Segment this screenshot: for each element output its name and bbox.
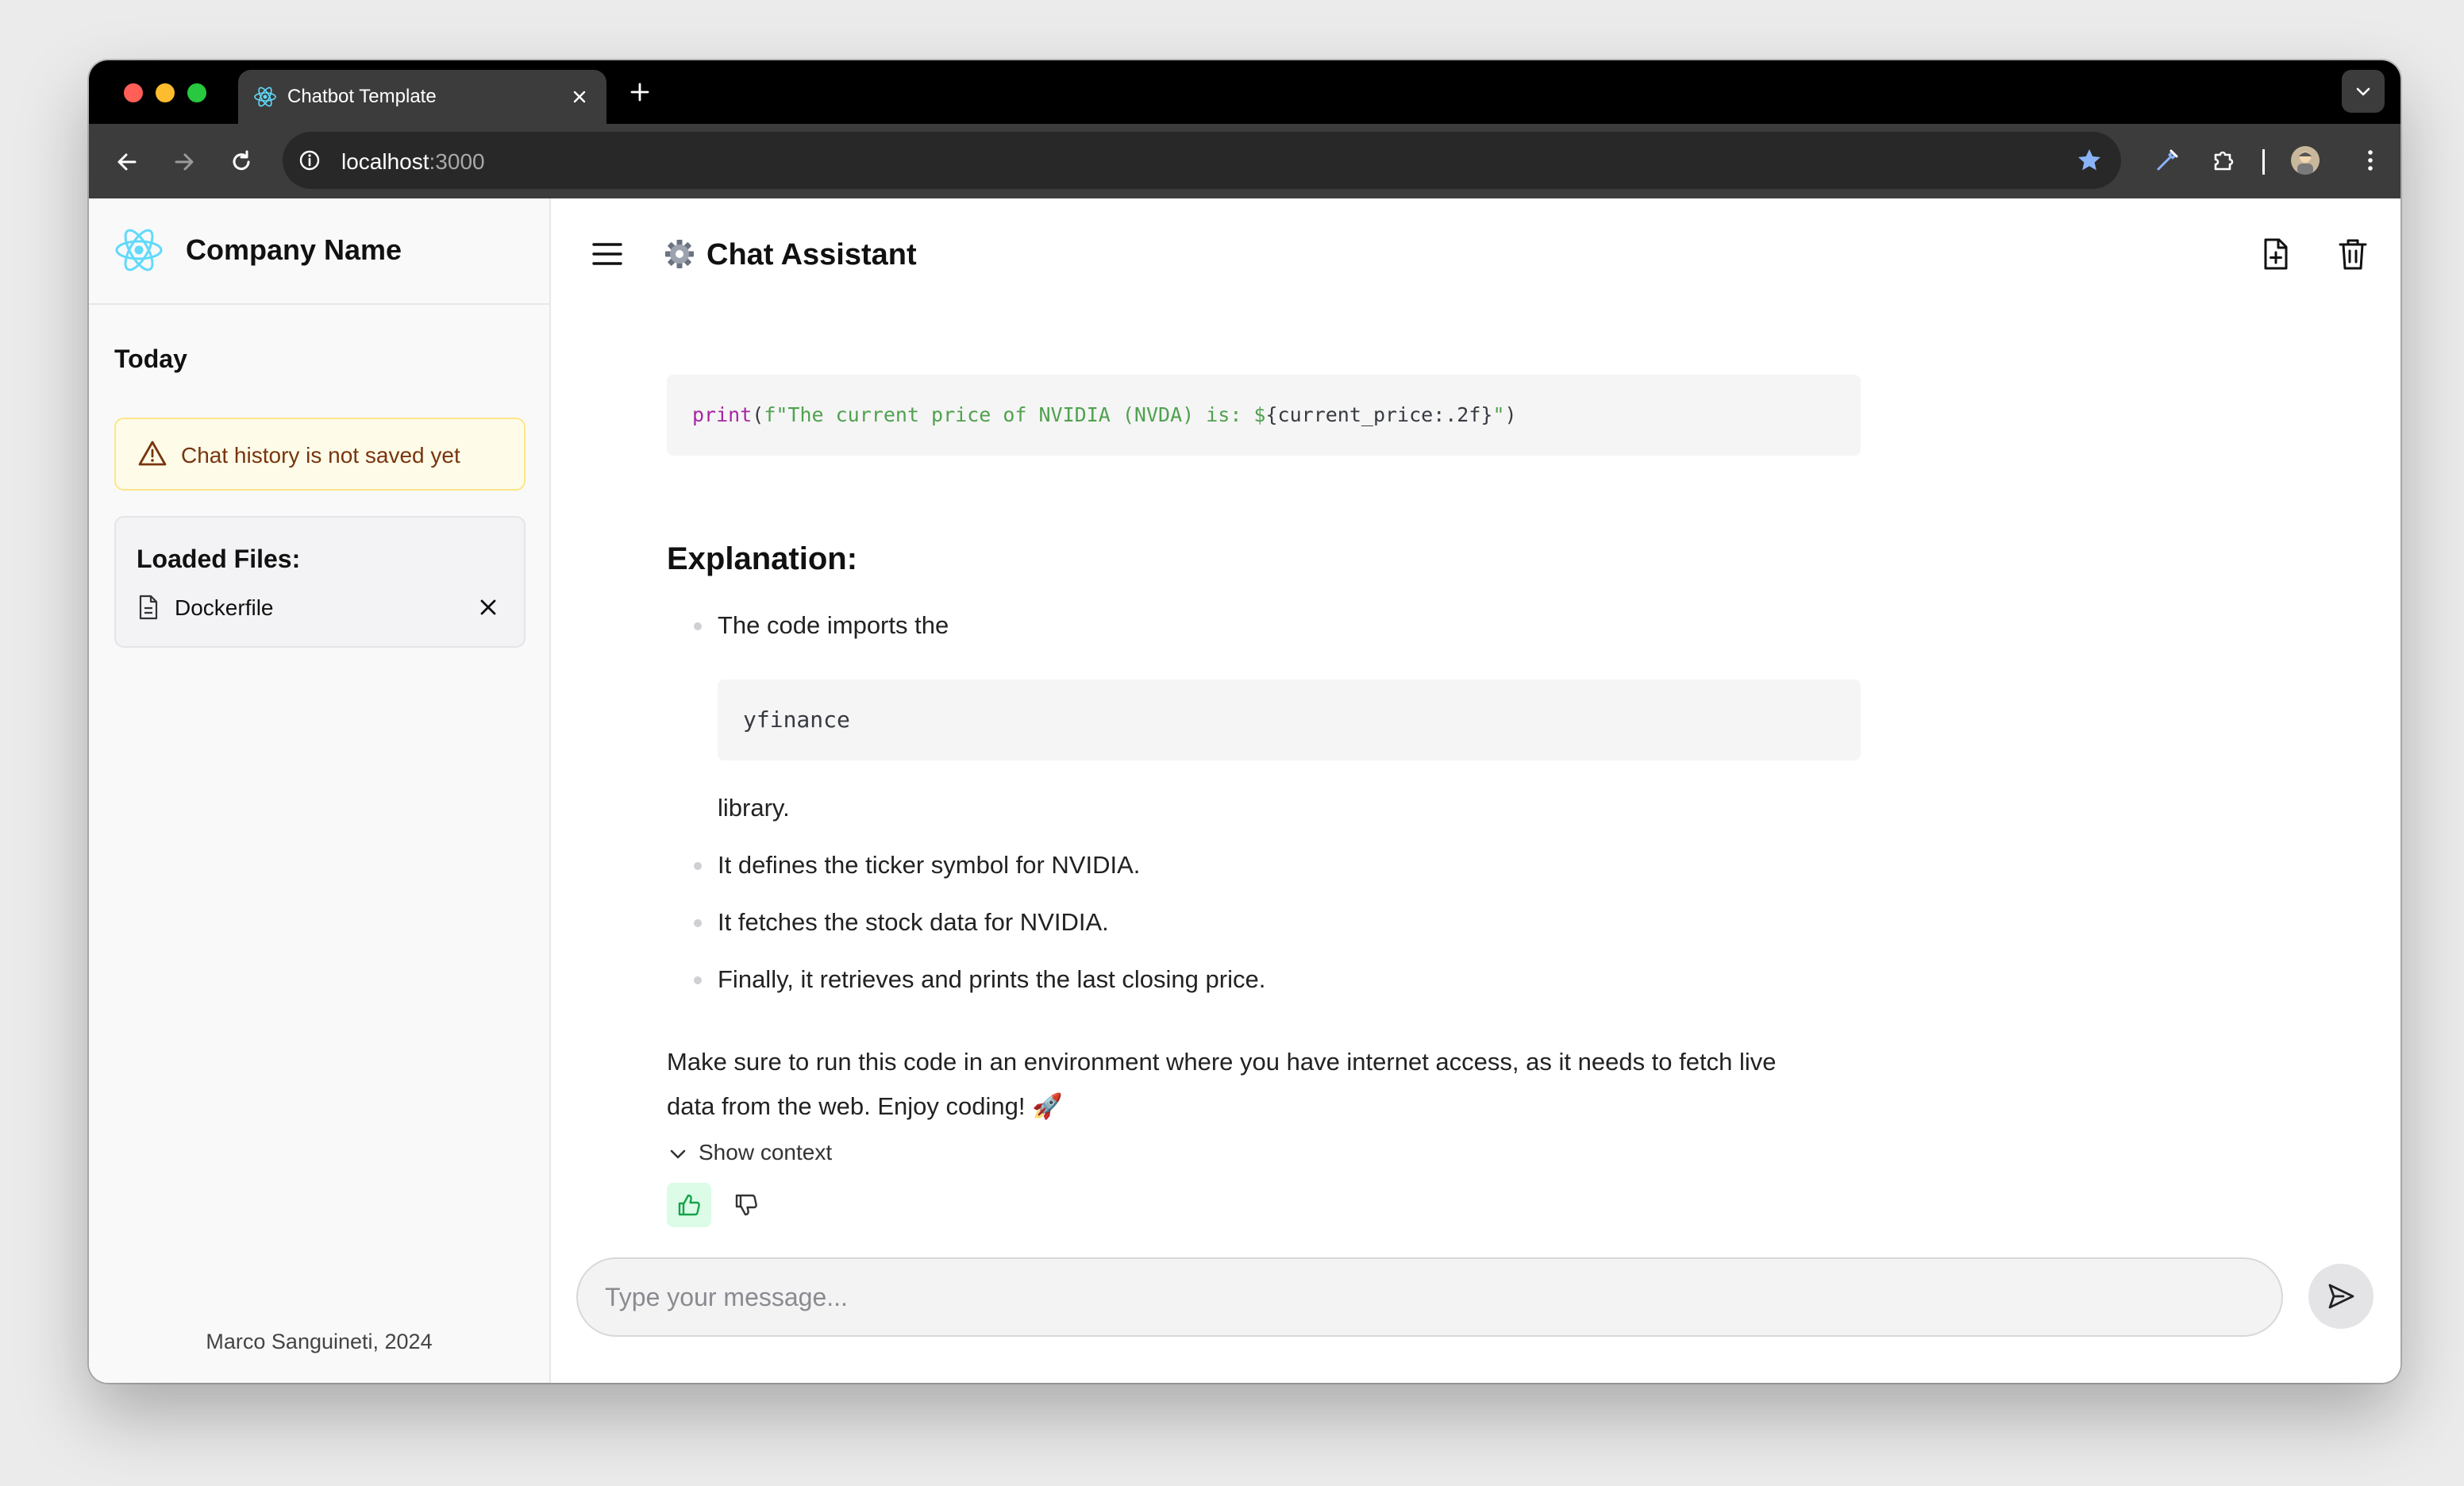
history-section-title: Today xyxy=(114,345,187,373)
sidebar-header: Company Name xyxy=(89,198,549,305)
bullet-dot xyxy=(694,976,702,984)
page-title: Chat Assistant xyxy=(706,238,917,271)
file-icon xyxy=(139,595,158,620)
browser-window: Chatbot Template localhost:3000 Company … xyxy=(89,60,2400,1383)
code-token-string: f"The current price of NVIDIA (NVDA) is:… xyxy=(764,403,1266,426)
bullet-dot xyxy=(694,862,702,870)
eyedropper-icon[interactable] xyxy=(2151,144,2183,176)
chevron-down-icon xyxy=(670,1149,686,1159)
sidebar: Company Name Today Chat history is not s… xyxy=(89,198,551,1383)
warning-triangle-icon xyxy=(138,441,167,466)
info-icon[interactable] xyxy=(297,148,322,173)
warning-text: Chat history is not saved yet xyxy=(181,443,460,468)
code-line: yfinance xyxy=(743,706,850,733)
close-icon[interactable] xyxy=(476,595,500,619)
profile-avatar[interactable] xyxy=(2291,146,2320,175)
send-button[interactable] xyxy=(2308,1264,2374,1329)
code-block: print(f"The current price of NVIDIA (NVD… xyxy=(667,375,1861,456)
tab-search-button[interactable] xyxy=(2342,70,2385,113)
react-logo-icon xyxy=(254,87,276,107)
list-item: It fetches the stock data for NVIDIA. xyxy=(718,908,1109,936)
tab-title: Chatbot Template xyxy=(287,86,437,107)
code-line: print(f"The current price of NVIDIA (NVD… xyxy=(692,403,1517,426)
forward-arrow-icon[interactable] xyxy=(168,146,200,178)
code-token-function: print xyxy=(692,403,753,426)
chevron-down-icon xyxy=(2356,87,2370,96)
address-bar[interactable]: localhost:3000 xyxy=(283,132,2121,189)
hamburger-icon[interactable] xyxy=(591,240,624,268)
maximize-window-button[interactable] xyxy=(187,83,206,102)
thumbs-down-button[interactable] xyxy=(724,1183,768,1227)
closing-paragraph: Make sure to run this code in an environ… xyxy=(667,1040,1865,1129)
url-port: :3000 xyxy=(429,149,485,174)
url-text: localhost:3000 xyxy=(341,149,485,175)
list-item: Finally, it retrieves and prints the las… xyxy=(718,965,1266,993)
url-host: localhost xyxy=(341,149,429,174)
list-item-continuation: library. xyxy=(718,794,790,822)
explanation-heading: Explanation: xyxy=(667,541,858,576)
react-logo-icon xyxy=(115,229,163,271)
close-icon[interactable] xyxy=(567,84,592,110)
loaded-files-panel: Loaded Files: Dockerfile xyxy=(114,516,526,648)
code-token-paren: ( xyxy=(752,403,764,426)
app-viewport: Company Name Today Chat history is not s… xyxy=(89,198,2400,1383)
closing-line: data from the web. Enjoy coding! 🚀 xyxy=(667,1092,1063,1120)
show-context-label: Show context xyxy=(699,1140,833,1165)
code-block: yfinance xyxy=(718,679,1861,760)
extensions-icon[interactable] xyxy=(2208,144,2240,176)
new-file-icon[interactable] xyxy=(2258,237,2293,271)
loaded-files-title: Loaded Files: xyxy=(137,545,301,573)
message-input[interactable] xyxy=(576,1257,2283,1337)
kebab-menu-icon[interactable] xyxy=(2354,144,2386,176)
trash-icon[interactable] xyxy=(2335,237,2370,271)
bullet-dot xyxy=(694,919,702,927)
loaded-file-name: Dockerfile xyxy=(175,595,274,620)
send-icon xyxy=(2328,1284,2354,1309)
back-arrow-icon[interactable] xyxy=(111,146,143,178)
browser-tab-active[interactable]: Chatbot Template xyxy=(238,70,606,124)
chat-main: Chat Assistant print(f"The current price… xyxy=(552,198,2400,1383)
browser-toolbar: localhost:3000 xyxy=(89,124,2400,198)
reload-icon[interactable] xyxy=(225,146,257,178)
code-token-paren: ) xyxy=(1504,403,1517,426)
thumbs-up-icon xyxy=(678,1194,700,1216)
list-item: It defines the ticker symbol for NVIDIA. xyxy=(718,851,1141,879)
gear-icon xyxy=(665,240,694,268)
company-name: Company Name xyxy=(186,233,402,266)
bullet-dot xyxy=(694,622,702,630)
browser-titlebar: Chatbot Template xyxy=(89,60,2400,124)
thumbs-up-button[interactable] xyxy=(667,1183,711,1227)
closing-line: Make sure to run this code in an environ… xyxy=(667,1048,1777,1076)
code-token-quote: " xyxy=(1492,403,1505,426)
bookmark-star-icon[interactable] xyxy=(2075,146,2104,175)
close-window-button[interactable] xyxy=(124,83,143,102)
toolbar-divider xyxy=(2262,149,2265,175)
code-token-expression: {current_price:.2f} xyxy=(1265,403,1493,426)
minimize-window-button[interactable] xyxy=(156,83,175,102)
sidebar-footer: Marco Sanguineti, 2024 xyxy=(206,1330,433,1353)
list-item: The code imports the xyxy=(718,611,949,639)
thumbs-down-icon xyxy=(735,1194,757,1216)
history-warning-banner: Chat history is not saved yet xyxy=(114,418,526,491)
plus-icon[interactable] xyxy=(626,78,654,106)
